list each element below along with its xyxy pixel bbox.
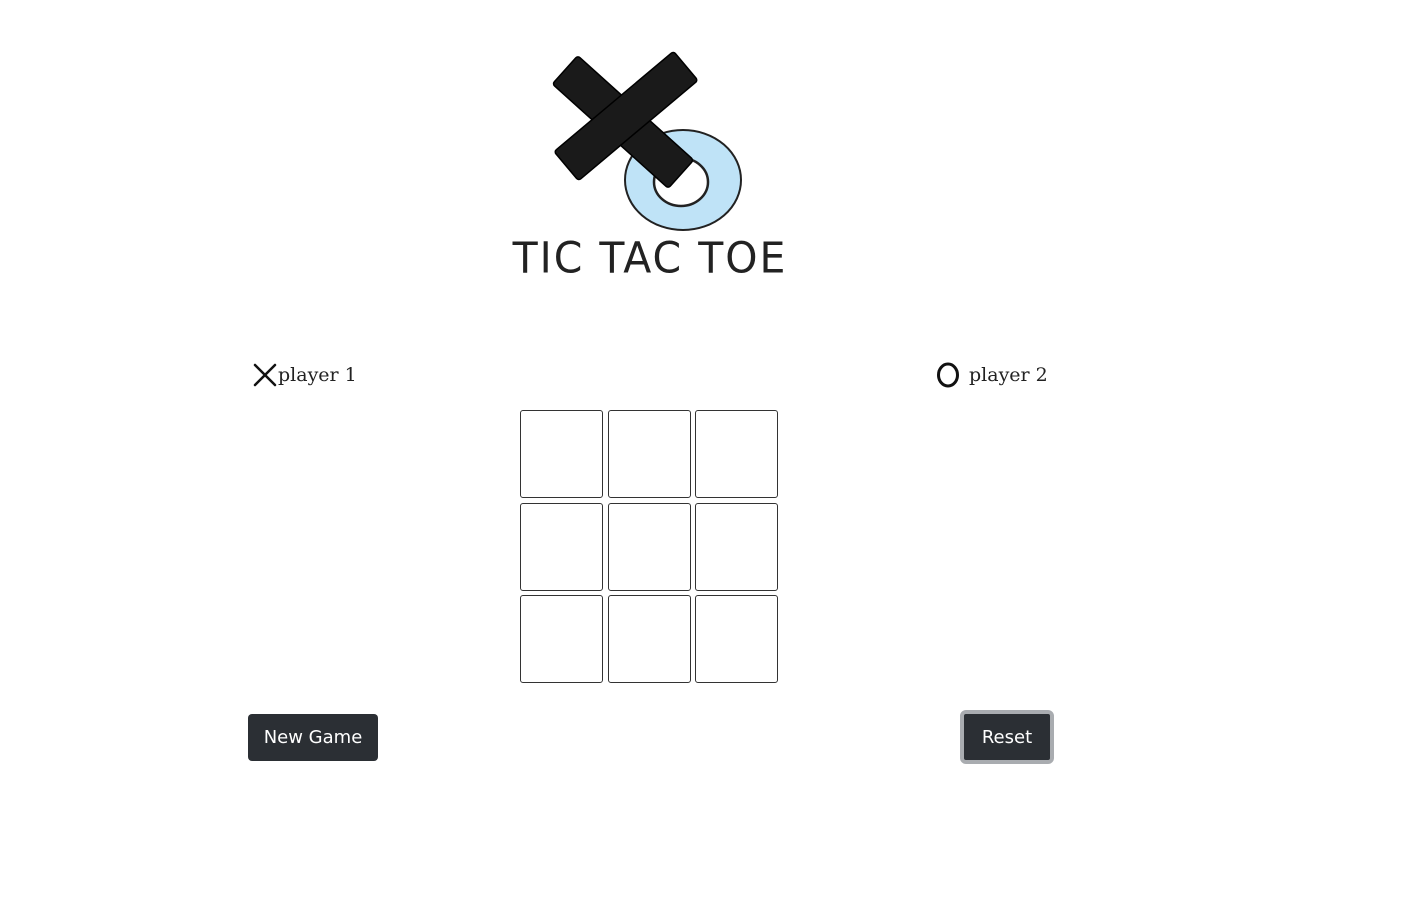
board-cell-1[interactable] — [520, 410, 603, 498]
player-2-label: player 2 — [969, 364, 1048, 386]
o-mark-icon — [935, 361, 961, 389]
reset-button[interactable]: Reset — [960, 710, 1054, 764]
xo-logo-icon — [548, 40, 748, 236]
board-cell-9[interactable] — [695, 595, 778, 683]
player-1-label: player 1 — [278, 364, 357, 386]
x-mark-icon — [252, 362, 278, 388]
board-cell-7[interactable] — [520, 595, 603, 683]
board-cell-6[interactable] — [695, 502, 778, 591]
board-cell-4[interactable] — [520, 502, 603, 591]
board-cell-8[interactable] — [607, 595, 691, 683]
board-cell-3[interactable] — [695, 410, 778, 498]
page-title: TIC TAC TOE — [512, 232, 788, 284]
game-board — [520, 410, 778, 683]
board-cell-2[interactable] — [607, 410, 691, 498]
new-game-button[interactable]: New Game — [248, 714, 378, 761]
player-2-indicator: player 2 — [935, 360, 1048, 390]
player-1-indicator: player 1 — [252, 360, 357, 390]
board-cell-5[interactable] — [607, 502, 691, 591]
